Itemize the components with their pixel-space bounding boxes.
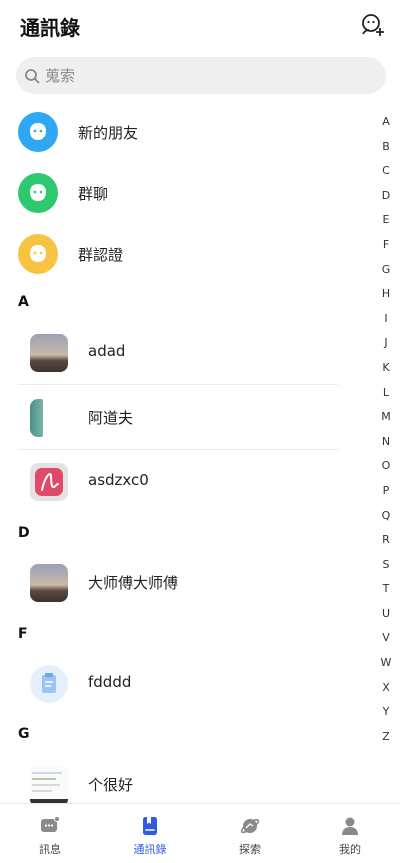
- new-friends-icon: [18, 112, 58, 152]
- tab-contacts-label: 通訊錄: [133, 843, 167, 856]
- tab-contacts[interactable]: 通訊錄: [100, 804, 200, 863]
- group-chat-item[interactable]: 群聊: [0, 173, 350, 231]
- user-icon: [342, 817, 358, 835]
- index-letter-z[interactable]: Z: [372, 729, 400, 754]
- group-verify-icon: [18, 234, 58, 274]
- index-letter-o[interactable]: O: [372, 458, 400, 483]
- search-placeholder: 蒐索: [45, 67, 76, 85]
- index-letter-n[interactable]: N: [372, 434, 400, 459]
- section-header-a: A: [18, 294, 29, 310]
- contact-name: fdddd: [88, 673, 132, 691]
- tab-discover-label: 探索: [239, 843, 261, 856]
- contact-row[interactable]: asdzxc0: [18, 450, 338, 514]
- search-bar[interactable]: 蒐索: [16, 57, 386, 94]
- avatar: [30, 334, 68, 372]
- bottom-tab-bar: 訊息 通訊錄 探索 我的: [0, 803, 400, 863]
- index-letter-p[interactable]: P: [372, 483, 400, 508]
- index-letter-x[interactable]: X: [372, 680, 400, 705]
- header: 通訊錄: [0, 0, 400, 52]
- index-letter-i[interactable]: I: [372, 311, 400, 336]
- index-letter-a[interactable]: A: [372, 114, 400, 139]
- avatar: [30, 399, 68, 437]
- contact-row[interactable]: 大师傅大师傅: [18, 551, 338, 615]
- section-header-d: D: [18, 525, 30, 541]
- index-letter-y[interactable]: Y: [372, 704, 400, 729]
- index-letter-g[interactable]: G: [372, 262, 400, 287]
- section-header-f: F: [18, 626, 28, 642]
- index-letter-d[interactable]: D: [372, 188, 400, 213]
- contact-name: 阿道夫: [88, 409, 134, 427]
- contact-name: asdzxc0: [88, 471, 149, 489]
- contacts-book-icon: [143, 817, 157, 835]
- page-title: 通訊錄: [20, 16, 80, 40]
- index-letter-c[interactable]: C: [372, 163, 400, 188]
- chat-bubble-icon: [41, 816, 60, 832]
- add-friend-icon[interactable]: [360, 12, 386, 38]
- index-letter-v[interactable]: V: [372, 630, 400, 655]
- contact-name: 个很好: [88, 776, 134, 794]
- index-letter-q[interactable]: Q: [372, 508, 400, 533]
- section-header-g: G: [18, 726, 30, 742]
- contact-name: 大师傅大师傅: [88, 574, 179, 592]
- index-letter-k[interactable]: K: [372, 360, 400, 385]
- index-letter-u[interactable]: U: [372, 606, 400, 631]
- avatar: [30, 564, 68, 602]
- tab-messages-label: 訊息: [39, 843, 61, 856]
- index-letter-s[interactable]: S: [372, 557, 400, 582]
- new-friends-item[interactable]: 新的朋友: [0, 112, 350, 170]
- new-friends-label: 新的朋友: [78, 124, 139, 142]
- index-letter-h[interactable]: H: [372, 286, 400, 311]
- group-chat-label: 群聊: [78, 185, 109, 203]
- index-letter-j[interactable]: J: [372, 335, 400, 360]
- avatar: [30, 766, 68, 804]
- index-letter-f[interactable]: F: [372, 237, 400, 262]
- index-letter-b[interactable]: B: [372, 139, 400, 164]
- tab-profile[interactable]: 我的: [300, 804, 400, 863]
- contact-row[interactable]: adad: [18, 321, 338, 385]
- index-letter-r[interactable]: R: [372, 532, 400, 557]
- tab-profile-label: 我的: [339, 843, 361, 856]
- planet-icon: [240, 818, 260, 834]
- divider: [18, 384, 338, 385]
- contact-name: adad: [88, 342, 126, 360]
- index-letter-l[interactable]: L: [372, 385, 400, 410]
- index-letter-m[interactable]: M: [372, 409, 400, 434]
- contact-row[interactable]: fdddd: [18, 652, 338, 716]
- group-chat-icon: [18, 173, 58, 213]
- contact-row[interactable]: 阿道夫: [18, 386, 338, 450]
- tab-messages[interactable]: 訊息: [0, 804, 100, 863]
- alphabet-index[interactable]: ABCDEFGHIJKLMNOPQRSTUVWXYZ: [372, 114, 400, 753]
- group-verify-label: 群認證: [78, 246, 124, 264]
- search-icon: [25, 68, 40, 83]
- avatar: [30, 665, 68, 703]
- index-letter-t[interactable]: T: [372, 581, 400, 606]
- avatar: [30, 463, 68, 501]
- index-letter-w[interactable]: W: [372, 655, 400, 680]
- index-letter-e[interactable]: E: [372, 212, 400, 237]
- tab-discover[interactable]: 探索: [200, 804, 300, 863]
- group-verify-item[interactable]: 群認證: [0, 234, 350, 292]
